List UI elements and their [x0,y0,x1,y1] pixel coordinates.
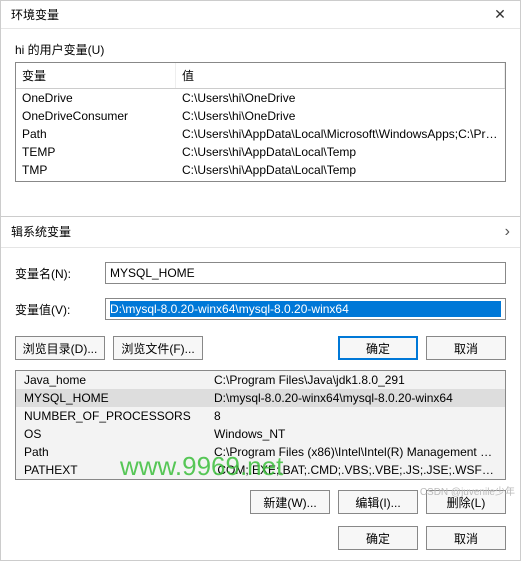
table-row[interactable]: PathC:\Program Files (x86)\Intel\Intel(R… [16,443,505,461]
sysvar-buttons: 新建(W)... 编辑(I)... 删除(L) [15,490,506,514]
user-vars-list[interactable]: 变量 值 OneDriveC:\Users\hi\OneDrive OneDri… [15,62,506,182]
footer-cancel-button[interactable]: 取消 [426,526,506,550]
dialog-title: 环境变量 [11,6,59,23]
cancel-button[interactable]: 取消 [426,336,506,360]
ok-button[interactable]: 确定 [338,336,418,360]
system-vars-list[interactable]: Java_homeC:\Program Files\Java\jdk1.8.0_… [15,370,506,480]
edit-dialog-title: 辑系统变量 › [1,217,520,248]
titlebar: 环境变量 ✕ [1,1,520,29]
table-row[interactable]: MYSQL_HOMED:\mysql-8.0.20-winx64\mysql-8… [16,389,505,407]
new-button[interactable]: 新建(W)... [250,490,330,514]
col-value[interactable]: 值 [176,63,505,88]
var-name-row: 变量名(N): [15,262,506,284]
var-value-input[interactable]: D:\mysql-8.0.20-winx64\mysql-8.0.20-winx… [105,298,506,320]
var-value-row: 变量值(V): D:\mysql-8.0.20-winx64\mysql-8.0… [15,298,506,320]
env-vars-dialog: 环境变量 ✕ hi 的用户变量(U) 变量 值 OneDriveC:\Users… [0,0,521,220]
var-value-label: 变量值(V): [15,301,105,318]
list-header: 变量 值 [16,63,505,89]
col-name[interactable]: 变量 [16,63,176,88]
close-icon[interactable]: ✕ [490,6,510,23]
browse-file-button[interactable]: 浏览文件(F)... [113,336,203,360]
footer-buttons: 确定 取消 [15,526,506,550]
browse-dir-button[interactable]: 浏览目录(D)... [15,336,105,360]
var-name-input[interactable] [105,262,506,284]
edit-button[interactable]: 编辑(I)... [338,490,418,514]
delete-button[interactable]: 删除(L) [426,490,506,514]
table-row[interactable]: TEMPC:\Users\hi\AppData\Local\Temp [16,143,505,161]
table-row[interactable]: PATHEXT.COM;.EXE;.BAT;.CMD;.VBS;.VBE;.JS… [16,461,505,479]
edit-dialog-buttons: 浏览目录(D)... 浏览文件(F)... 确定 取消 [15,336,506,360]
edit-system-var-dialog: 辑系统变量 › 变量名(N): 变量值(V): D:\mysql-8.0.20-… [0,216,521,561]
table-row[interactable]: TMPC:\Users\hi\AppData\Local\Temp [16,161,505,179]
chevron-right-icon[interactable]: › [505,223,510,241]
table-row[interactable]: NUMBER_OF_PROCESSORS8 [16,407,505,425]
user-vars-label: hi 的用户变量(U) [15,41,520,58]
footer-ok-button[interactable]: 确定 [338,526,418,550]
var-name-label: 变量名(N): [15,265,105,282]
table-row[interactable]: OSWindows_NT [16,425,505,443]
table-row[interactable]: OneDriveC:\Users\hi\OneDrive [16,89,505,107]
table-row[interactable]: Java_homeC:\Program Files\Java\jdk1.8.0_… [16,371,505,389]
table-row[interactable]: PathC:\Users\hi\AppData\Local\Microsoft\… [16,125,505,143]
table-row[interactable]: OneDriveConsumerC:\Users\hi\OneDrive [16,107,505,125]
